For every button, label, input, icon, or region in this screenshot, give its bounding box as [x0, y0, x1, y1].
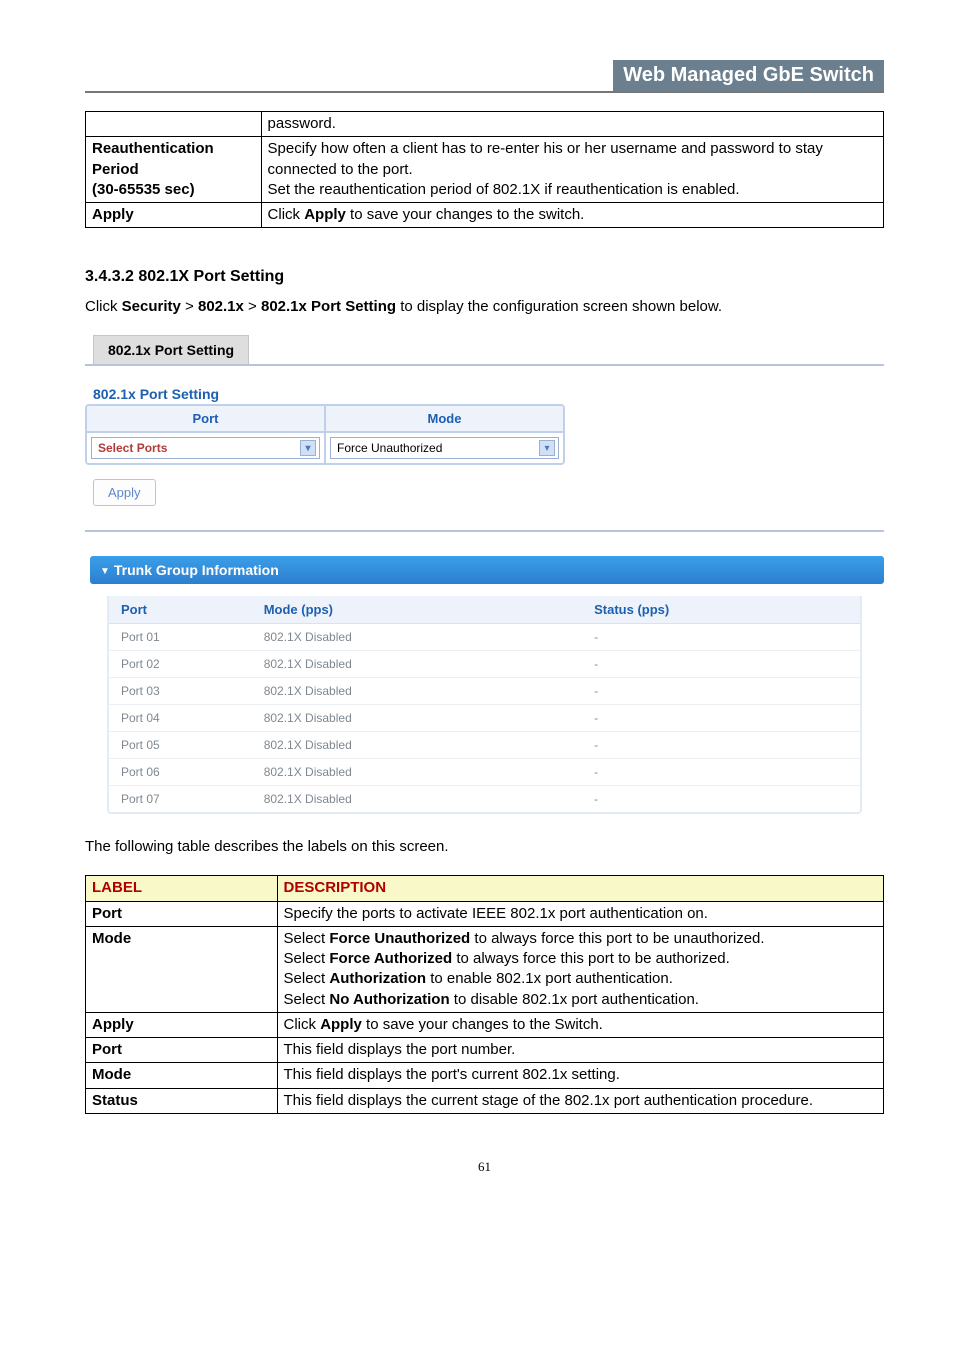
desc-label: Port	[86, 1038, 278, 1063]
desc-col-label: LABEL	[86, 876, 278, 901]
apply-button[interactable]: Apply	[93, 479, 156, 506]
port-select[interactable]: Select Ports ▾	[91, 437, 320, 459]
section-heading: 3.4.3.2 802.1X Port Setting	[85, 268, 884, 286]
params-table: password.Reauthentication Period(30-6553…	[85, 111, 884, 228]
desc-intro: The following table describes the labels…	[85, 836, 884, 857]
desc-text: Click Apply to save your changes to the …	[277, 1012, 883, 1037]
page-header: Web Managed GbE Switch	[85, 60, 884, 93]
desc-text: This field displays the current stage of…	[277, 1088, 883, 1113]
param-label: Reauthentication Period(30-65535 sec)	[86, 137, 262, 203]
divider	[85, 530, 884, 532]
section-intro: Click Security > 802.1x > 802.1x Port Se…	[85, 296, 884, 317]
description-table: LABEL DESCRIPTION PortSpecify the ports …	[85, 875, 884, 1114]
trunk-info-header[interactable]: ▼Trunk Group Information	[90, 556, 884, 584]
setting-col-port: Port	[87, 406, 325, 432]
desc-label: Mode	[86, 1063, 278, 1088]
desc-text: This field displays the port's current 8…	[277, 1063, 883, 1088]
chevron-down-icon: ▼	[100, 566, 110, 577]
desc-label: Port	[86, 901, 278, 926]
param-desc: password.	[261, 112, 883, 137]
param-label: Apply	[86, 203, 262, 228]
tab-port-setting[interactable]: 802.1x Port Setting	[93, 335, 249, 364]
desc-col-desc: DESCRIPTION	[277, 876, 883, 901]
info-col-mode: Mode (pps)	[252, 596, 582, 624]
desc-text: This field displays the port number.	[277, 1038, 883, 1063]
setting-col-mode: Mode	[325, 406, 563, 432]
port-setting-panel: Port Mode Select Ports ▾ Force Unauthori…	[85, 404, 565, 465]
param-label	[86, 112, 262, 137]
param-desc: Click Apply to save your changes to the …	[261, 203, 883, 228]
desc-label: Status	[86, 1088, 278, 1113]
table-row: Port 03802.1X Disabled-	[109, 678, 860, 705]
page-number: 61	[85, 1159, 884, 1175]
desc-label: Apply	[86, 1012, 278, 1037]
table-row: Port 05802.1X Disabled-	[109, 732, 860, 759]
info-col-port: Port	[109, 596, 252, 624]
param-desc: Specify how often a client has to re-ent…	[261, 137, 883, 203]
table-row: Port 04802.1X Disabled-	[109, 705, 860, 732]
table-row: Port 01802.1X Disabled-	[109, 624, 860, 651]
table-row: Port 06802.1X Disabled-	[109, 759, 860, 786]
chevron-down-icon: ▾	[539, 440, 555, 456]
tab-bar: 802.1x Port Setting	[85, 335, 884, 366]
table-row: Port 02802.1X Disabled-	[109, 651, 860, 678]
table-row: Port 07802.1X Disabled-	[109, 786, 860, 813]
info-col-status: Status (pps)	[582, 596, 860, 624]
desc-text: Select Force Unauthorized to always forc…	[277, 926, 883, 1012]
mode-select[interactable]: Force Unauthorized ▾	[330, 437, 559, 459]
header-title: Web Managed GbE Switch	[613, 60, 884, 91]
trunk-info-panel: Port Mode (pps) Status (pps) Port 01802.…	[107, 596, 862, 814]
chevron-down-icon: ▾	[300, 440, 316, 456]
desc-text: Specify the ports to activate IEEE 802.1…	[277, 901, 883, 926]
setting-title: 802.1x Port Setting	[85, 374, 884, 404]
desc-label: Mode	[86, 926, 278, 1012]
